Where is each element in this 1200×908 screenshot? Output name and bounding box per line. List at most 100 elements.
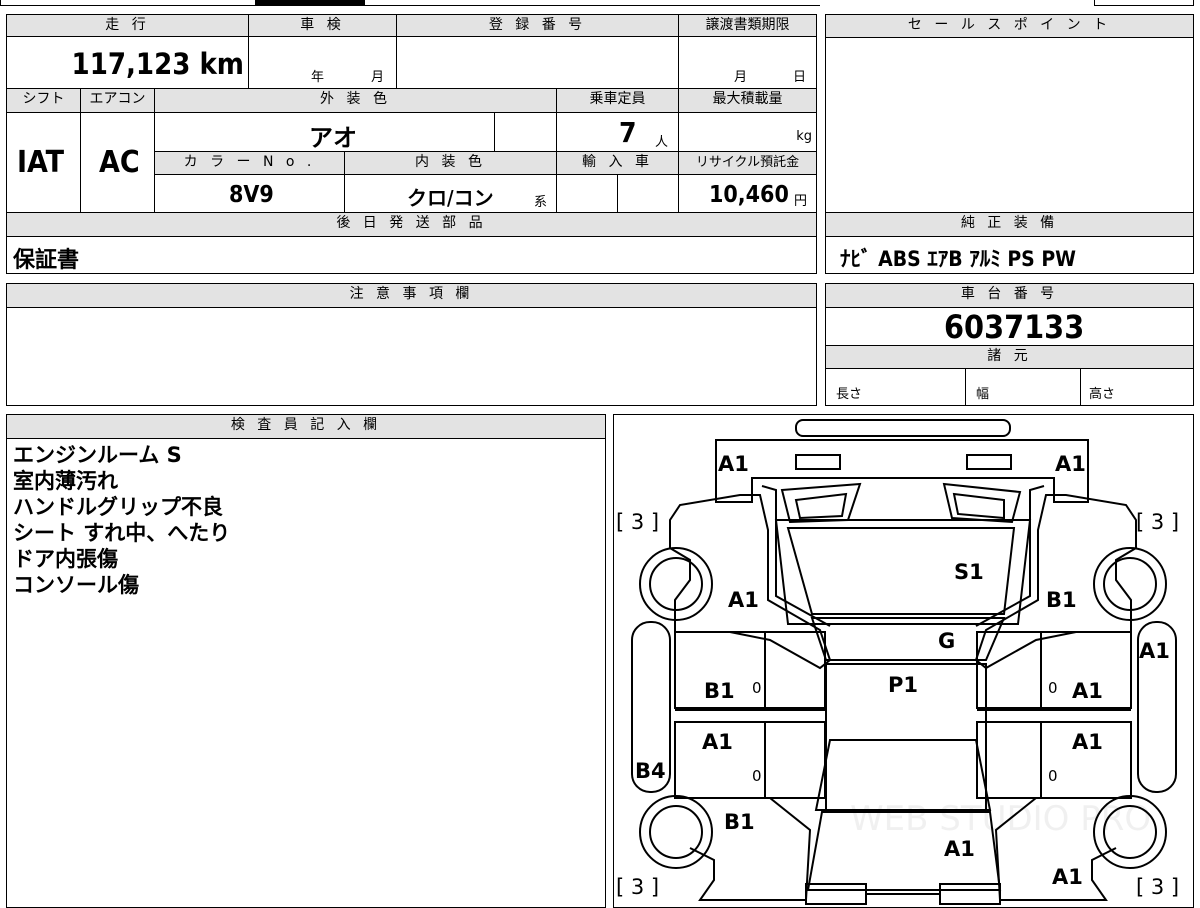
mark-bracket-tl: [ 3 ] <box>616 510 660 534</box>
inspector-line: 室内薄汚れ <box>13 469 118 493</box>
left-front-door-inner <box>764 631 826 709</box>
load-label: 最大積載量 <box>678 88 817 113</box>
mark-bracket-bl: [ 3 ] <box>616 875 660 899</box>
ext-color-cell: アオ <box>154 112 495 152</box>
shift-value: IAT <box>17 145 65 180</box>
shaken-month: 月 <box>371 70 385 85</box>
inspector-cell: エンジンルーム S 室内薄汚れ ハンドルグリップ不良 シート すれ中、へたり ド… <box>6 438 606 908</box>
sales-point-cell <box>825 37 1194 213</box>
int-color-suffix: 系 <box>534 195 548 210</box>
color-no-value: 8V9 <box>229 182 274 208</box>
spec-height-label: 高さ <box>1089 387 1116 402</box>
ext-color-label: 外 装 色 <box>154 88 557 113</box>
mark-front-left: A1 <box>718 452 749 476</box>
equipment-value: ﾅﾋﾞ ABS ｴｱB ｱﾙﾐ PS PW <box>840 247 1077 271</box>
mark-mirror-right: A1 <box>1139 639 1170 663</box>
mark-rear-right: A1 <box>1052 865 1083 889</box>
deadline-day: 日 <box>793 70 807 85</box>
mark-front-door-right-zero: 0 <box>1048 679 1058 697</box>
equipment-label: 純 正 装 備 <box>825 212 1194 237</box>
windshield-outer <box>774 519 1032 625</box>
equipment-cell: ﾅﾋﾞ ABS ｴｱB ｱﾙﾐ PS PW <box>825 236 1194 274</box>
top-strip-right <box>1094 0 1194 6</box>
mark-fender-right: B1 <box>1046 588 1077 612</box>
mark-front-door-right: A1 <box>1072 679 1103 703</box>
mark-rear-zero-left: 0 <box>752 767 762 785</box>
recycle-label: リサイクル預託金 <box>678 151 817 175</box>
inspector-line: ハンドルグリップ不良 <box>13 495 223 519</box>
shaken-year: 年 <box>311 70 325 85</box>
diagram-watermark: WEB STUDIO PRO <box>850 799 1151 839</box>
capacity-label: 乗車定員 <box>556 88 679 113</box>
mileage-cell: 117,123 km <box>6 36 249 89</box>
chassis-cell: 6037133 <box>825 307 1194 346</box>
deadline-month: 月 <box>734 70 748 85</box>
spec-height-cell: 高さ <box>1080 368 1194 406</box>
mark-windshield: S1 <box>954 560 984 584</box>
ac-value: AC <box>99 145 140 180</box>
ac-label: エアコン <box>80 88 155 113</box>
int-color-cell: クロ/コン 系 <box>344 174 557 213</box>
front-light-right <box>966 454 1012 470</box>
inspector-line: シート すれ中、へたり <box>13 521 231 545</box>
ext-color-extra <box>494 112 557 152</box>
mark-sill-left: B4 <box>635 759 666 783</box>
left-front-door <box>674 631 826 709</box>
mark-rear-door-left: A1 <box>702 730 733 754</box>
mark-rear-zero-right: 0 <box>1048 767 1058 785</box>
chassis-value: 6037133 <box>944 308 1085 346</box>
import-cell-a <box>556 174 618 213</box>
car-diagram: WEB STUDIO PRO <box>631 419 1177 905</box>
inspector-label: 検 査 員 記 入 欄 <box>6 414 606 439</box>
left-rear-door <box>674 721 826 799</box>
recycle-unit: 円 <box>794 194 808 209</box>
spec-label: 諸 元 <box>825 345 1194 369</box>
mileage-value: 117,123 km <box>71 47 244 81</box>
spec-length-label: 長さ <box>836 387 863 402</box>
capacity-unit: 人 <box>655 135 669 150</box>
inspector-line: エンジンルーム S <box>13 443 182 467</box>
inspector-line: コンソール傷 <box>13 573 139 597</box>
shift-label: シフト <box>6 88 81 113</box>
later-parts-value: 保証書 <box>13 248 80 273</box>
color-no-label: カ ラ ー N o . <box>154 151 345 175</box>
mark-hood-g: G <box>938 629 956 653</box>
capacity-cell: 7 人 <box>556 112 679 152</box>
mark-roof: P1 <box>888 673 919 697</box>
registration-cell <box>396 36 679 89</box>
front-light-left <box>795 454 841 470</box>
ac-cell: AC <box>80 112 155 213</box>
headlight-right <box>952 492 1005 520</box>
shaken-cell: 年 月 <box>248 36 397 89</box>
deadline-label: 譲渡書類期限 <box>678 14 817 37</box>
mark-rear-door-right: A1 <box>1072 730 1103 754</box>
left-rear-door-inner <box>764 721 826 799</box>
headlight-left <box>794 492 848 520</box>
color-no-cell: 8V9 <box>154 174 345 213</box>
load-cell: kg <box>678 112 817 152</box>
capacity-value: 7 <box>619 116 637 149</box>
top-strip-mark <box>255 0 365 6</box>
import-label: 輸 入 車 <box>556 151 679 175</box>
mark-fender-left: A1 <box>728 588 759 612</box>
later-parts-label: 後 日 発 送 部 品 <box>6 212 817 237</box>
mark-rear-center: A1 <box>944 837 975 861</box>
spec-length-cell: 長さ <box>825 368 966 406</box>
mark-bracket-br: [ 3 ] <box>1136 875 1180 899</box>
mileage-label: 走 行 <box>6 14 249 37</box>
spec-width-label: 幅 <box>976 387 990 402</box>
mark-quarter-left: B1 <box>724 810 755 834</box>
notes-cell <box>6 307 817 406</box>
car-diagram-panel: WEB STUDIO PRO A1 A1 [ 3 ] [ 3 ] [ 3 ] [… <box>613 414 1194 908</box>
recycle-cell: 10,460 円 <box>678 174 817 213</box>
front-bumper-bar <box>795 419 1011 437</box>
rear-bumper <box>805 883 867 905</box>
sales-point-label: セ ー ル ス ポ イ ン ト <box>825 14 1194 38</box>
later-parts-cell: 保証書 <box>6 236 817 274</box>
inspector-line: ドア内張傷 <box>13 547 118 571</box>
mark-bracket-tr: [ 3 ] <box>1136 510 1180 534</box>
rear-bumper-right <box>939 883 1001 905</box>
shift-cell: IAT <box>6 112 81 213</box>
mark-front-door-left: B1 <box>704 679 735 703</box>
mark-front-door-left-zero: 0 <box>752 679 762 697</box>
